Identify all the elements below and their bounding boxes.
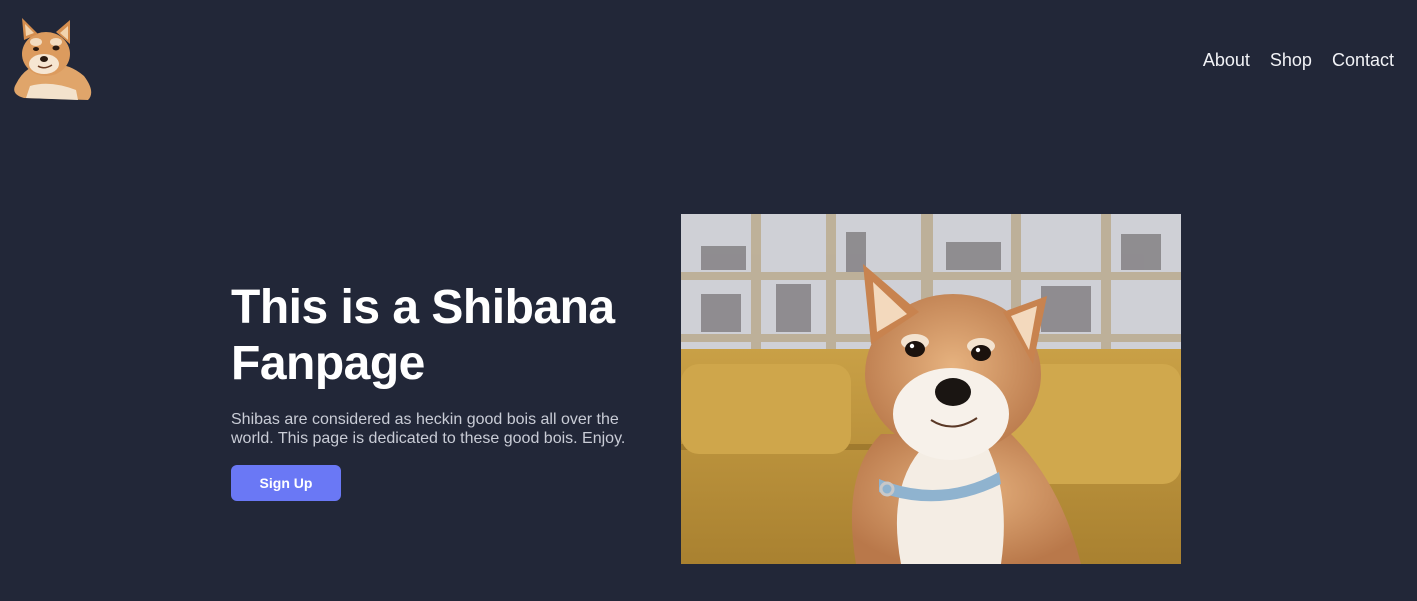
sign-up-button[interactable]: Sign Up <box>231 465 341 501</box>
hero-title: This is a Shibana Fanpage <box>231 280 651 392</box>
main-nav: About Shop Contact <box>1203 48 1394 72</box>
hero-section: This is a Shibana Fanpage Shibas are con… <box>231 280 651 501</box>
nav-contact-link[interactable]: Contact <box>1332 48 1394 72</box>
shiba-logo-icon[interactable] <box>6 14 94 102</box>
nav-about-link[interactable]: About <box>1203 48 1250 72</box>
nav-shop-link[interactable]: Shop <box>1270 48 1312 72</box>
hero-title-line1: This is a Shibana <box>231 281 615 334</box>
page: About Shop Contact This is a Shibana Fan… <box>0 0 1417 601</box>
hero-title-line2: Fanpage <box>231 337 425 390</box>
shiba-photo-icon <box>681 214 1181 564</box>
hero-description: Shibas are considered as heckin good boi… <box>231 411 626 447</box>
